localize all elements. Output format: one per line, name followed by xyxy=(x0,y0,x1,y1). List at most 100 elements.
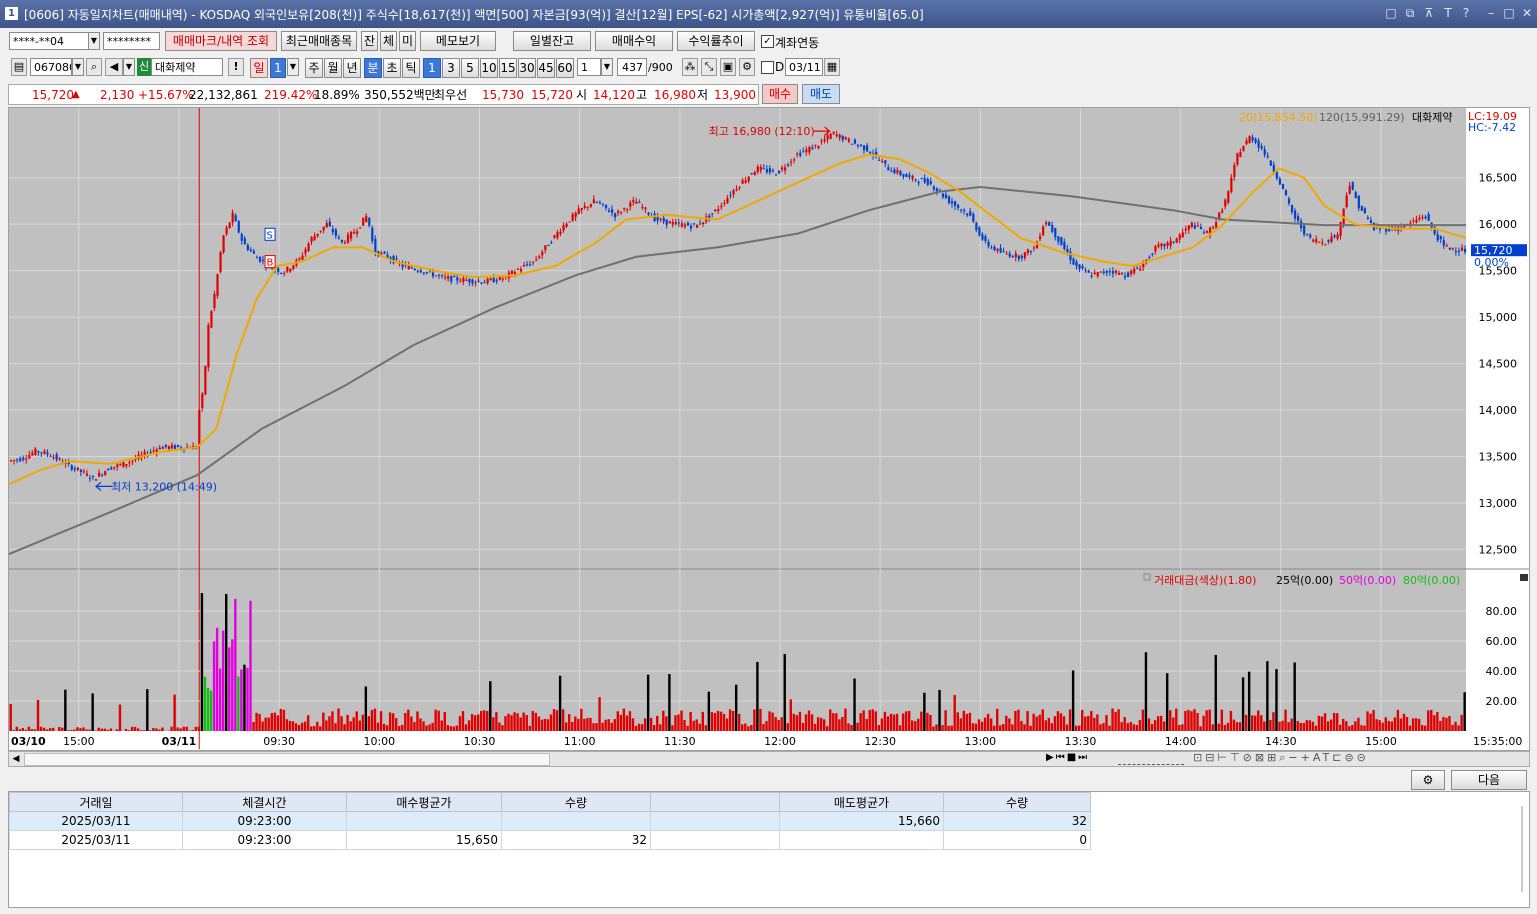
minimize-icon[interactable]: – xyxy=(1484,5,1498,21)
pin-icon[interactable]: ⊼ xyxy=(1422,5,1436,21)
period-second[interactable]: 초 xyxy=(383,58,401,78)
period-day[interactable]: 일 xyxy=(250,58,268,78)
restore-layout-icon[interactable]: □ xyxy=(1384,5,1398,21)
candle xyxy=(1251,137,1254,141)
col-sell-qty[interactable]: 수량 xyxy=(943,792,1091,812)
price-chart[interactable]: 16,50016,00015,50015,00014,50014,00013,5… xyxy=(8,108,1529,750)
minute-15[interactable]: 15 xyxy=(499,58,517,78)
volume-bar xyxy=(483,710,486,731)
memo-button[interactable]: 메모보기 xyxy=(420,31,496,51)
chevron-down-icon[interactable]: ▼ xyxy=(72,58,84,76)
col-trade-date[interactable]: 거래일 xyxy=(9,792,183,812)
alert-icon[interactable]: ! xyxy=(228,58,244,76)
minute-1[interactable]: 1 xyxy=(423,58,441,78)
return-trend-button[interactable]: 수익률추이 xyxy=(677,31,755,51)
candle xyxy=(677,222,680,224)
gear-icon[interactable]: ⚙ xyxy=(1411,770,1445,790)
volume-bar xyxy=(1272,712,1275,731)
unfilled-button[interactable]: 미 xyxy=(399,31,416,51)
chevron-down-icon[interactable]: ▼ xyxy=(287,58,299,76)
count-input[interactable]: 437 xyxy=(617,58,647,76)
drawing-tools-icon[interactable]: ⊡⊟⊢⊤⊘⊠⊞⌕−+AT⊏⊜⊝ xyxy=(1193,751,1369,765)
gear-icon[interactable]: ⚙ xyxy=(739,58,755,76)
maximize-icon[interactable]: □ xyxy=(1502,5,1516,21)
minute-10[interactable]: 10 xyxy=(480,58,498,78)
daily-balance-button[interactable]: 일별잔고 xyxy=(513,31,591,51)
minute-60[interactable]: 60 xyxy=(556,58,574,78)
candle xyxy=(1418,217,1421,220)
stock-list-icon[interactable]: ▤ xyxy=(11,58,27,76)
filled-button[interactable]: 체 xyxy=(380,31,397,51)
drawing-icon[interactable]: ⤡ xyxy=(701,58,717,76)
volume-bar xyxy=(1375,719,1378,731)
help-icon[interactable]: ? xyxy=(1459,5,1473,21)
chevron-down-icon[interactable]: ▼ xyxy=(601,58,613,76)
search-icon[interactable]: ⌕ xyxy=(86,58,102,76)
close-icon[interactable]: ✕ xyxy=(1520,5,1534,21)
period-tick[interactable]: 틱 xyxy=(402,58,420,78)
password-field[interactable]: ******** xyxy=(103,32,160,50)
save-icon[interactable]: ▣ xyxy=(720,58,736,76)
volume-bar xyxy=(73,729,76,731)
period-multiplier[interactable]: 1 xyxy=(270,58,286,78)
volume-bar xyxy=(634,725,638,731)
table-row[interactable]: 2025/03/11 09:23:00 15,650 32 0 xyxy=(9,830,1091,850)
table-row[interactable]: 2025/03/11 09:23:00 15,660 32 xyxy=(9,811,1091,831)
candle xyxy=(617,210,620,213)
minute-5[interactable]: 5 xyxy=(461,58,479,78)
calendar-icon[interactable]: ▦ xyxy=(824,58,840,76)
next-button[interactable]: 다음 xyxy=(1451,770,1527,790)
speaker-icon[interactable]: ◀ xyxy=(105,58,123,76)
volume: 22,132,861 xyxy=(189,88,258,102)
chevron-down-icon[interactable]: ▼ xyxy=(88,32,100,50)
period-month[interactable]: 월 xyxy=(324,58,342,78)
indicator-icon[interactable]: ⁂ xyxy=(682,58,698,76)
col-exec-time[interactable]: 체결시간 xyxy=(182,792,347,812)
col-buy-qty[interactable]: 수량 xyxy=(501,792,651,812)
stock-code-input[interactable]: 067080 xyxy=(30,58,72,76)
cascade-icon[interactable]: ⧉ xyxy=(1403,5,1417,21)
chart-area[interactable]: 16,500 16,000 15,500 15,000 14,500 14,000 13,5… xyxy=(8,107,1530,751)
sell-button[interactable]: 매도 xyxy=(802,84,840,104)
candle xyxy=(972,214,975,222)
zoom-slider[interactable] xyxy=(1118,752,1184,765)
balance-button[interactable]: 잔 xyxy=(361,31,378,51)
date-input[interactable]: 03/11 xyxy=(785,58,823,76)
minute-30[interactable]: 30 xyxy=(518,58,536,78)
period-week[interactable]: 주 xyxy=(305,58,323,78)
candle xyxy=(331,228,334,233)
volume-bar xyxy=(410,716,413,731)
trade-mark-query-button[interactable]: 매매마크/내역 조회 xyxy=(165,31,277,51)
font-icon[interactable]: T xyxy=(1441,5,1455,21)
candle xyxy=(978,227,981,236)
multiplier-input[interactable]: 1 xyxy=(577,58,601,76)
date-checkbox[interactable] xyxy=(761,61,774,74)
col-sell-avg[interactable]: 매도평균가 xyxy=(779,792,944,812)
candle xyxy=(1436,234,1439,241)
col-buy-avg[interactable]: 매수평균가 xyxy=(346,792,502,812)
low-label: 저 xyxy=(697,88,709,102)
grid-scrollbar[interactable] xyxy=(1521,806,1523,892)
chevron-down-icon[interactable]: ▼ xyxy=(123,58,135,76)
volume-bar xyxy=(355,711,358,731)
account-link-checkbox[interactable]: ✓ xyxy=(761,35,774,48)
volume-bar xyxy=(337,708,340,731)
volume-bar xyxy=(492,717,495,731)
minute-45[interactable]: 45 xyxy=(537,58,555,78)
period-year[interactable]: 년 xyxy=(343,58,361,78)
scroll-left-icon[interactable]: ◀ xyxy=(10,752,22,766)
candle xyxy=(1424,216,1427,219)
volume-bar xyxy=(130,726,134,731)
period-minute[interactable]: 분 xyxy=(364,58,382,78)
recent-trades-button[interactable]: 최근매매종목 xyxy=(281,31,357,51)
playback-controls-icon[interactable]: ▶⏮■⏭ xyxy=(1046,752,1089,763)
col-blank[interactable] xyxy=(650,792,780,812)
volume-bar xyxy=(39,726,43,731)
trade-profit-button[interactable]: 매매수익 xyxy=(595,31,673,51)
stock-name-field[interactable]: 대화제약 xyxy=(151,58,223,76)
account-select[interactable]: ****-**04 xyxy=(9,32,89,50)
buy-button[interactable]: 매수 xyxy=(762,84,798,104)
scroll-thumb[interactable] xyxy=(24,753,550,766)
volume-bar xyxy=(610,722,613,731)
minute-3[interactable]: 3 xyxy=(442,58,460,78)
